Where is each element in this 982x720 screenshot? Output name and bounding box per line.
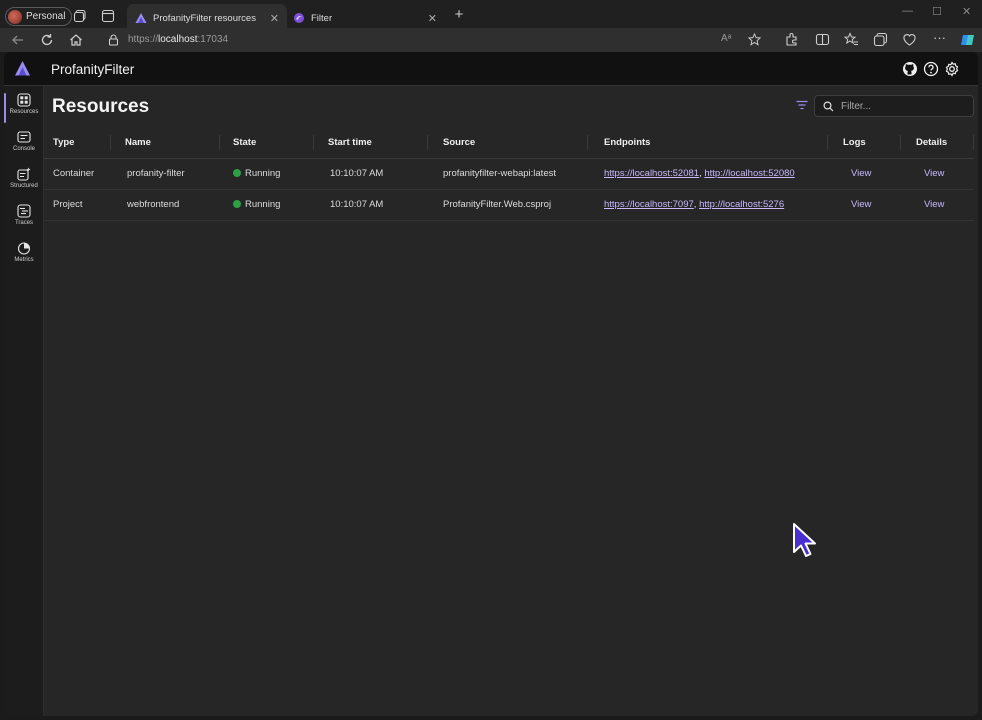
dashboard-app: ProfanityFilter Resources Console Struct…: [4, 52, 978, 716]
extensions-icon[interactable]: [784, 32, 799, 47]
nav-label: Console: [12, 146, 35, 152]
tab-title: ProfanityFilter resources: [153, 12, 256, 24]
side-navigation: Resources Console Structured Traces Metr…: [4, 86, 44, 716]
resources-table: Type Name State Start time Source Endpoi…: [44, 127, 974, 221]
cell-state: Running: [220, 189, 314, 221]
cell-name: profanity-filter: [111, 158, 220, 190]
nav-item-metrics[interactable]: Metrics: [4, 239, 44, 275]
column-header-start-time[interactable]: Start time: [314, 127, 428, 159]
tab-title: Filter: [311, 12, 333, 24]
cell-name: webfrontend: [111, 189, 220, 221]
cell-source: ProfanityFilter.Web.csproj: [428, 189, 588, 221]
aspire-logo-icon[interactable]: [14, 60, 31, 77]
column-header-type[interactable]: Type: [44, 127, 111, 159]
traces-icon: [17, 204, 31, 218]
column-header-logs[interactable]: Logs: [828, 127, 901, 159]
metrics-icon: [17, 242, 31, 255]
nav-label: Traces: [14, 220, 34, 226]
column-header-endpoints[interactable]: Endpoints: [588, 127, 828, 159]
tab-actions-icon[interactable]: [101, 9, 115, 23]
new-tab-button[interactable]: +: [450, 6, 468, 24]
nav-item-structured[interactable]: Structured: [4, 165, 44, 201]
running-status-icon: [233, 169, 241, 177]
view-logs-link[interactable]: View: [851, 199, 871, 210]
nav-label: Structured: [10, 183, 38, 189]
close-tab-icon[interactable]: ✕: [270, 12, 279, 25]
endpoint-link[interactable]: http://localhost:52080: [704, 168, 794, 179]
endpoint-link[interactable]: http://localhost:5276: [699, 199, 784, 210]
column-header-name[interactable]: Name: [111, 127, 220, 159]
cell-type: Project: [44, 189, 111, 221]
column-header-state[interactable]: State: [220, 127, 314, 159]
settings-gear-icon[interactable]: [944, 61, 960, 77]
window-close-icon[interactable]: ✕: [962, 5, 971, 18]
favorites-icon[interactable]: [844, 32, 859, 47]
endpoint-link[interactable]: https://localhost:52081: [604, 168, 699, 179]
app-header: ProfanityFilter: [4, 52, 978, 86]
refresh-icon[interactable]: [39, 32, 55, 48]
nav-item-console[interactable]: Console: [4, 128, 44, 164]
view-details-link[interactable]: View: [924, 199, 944, 210]
filter-funnel-icon[interactable]: [795, 98, 809, 112]
column-header-details[interactable]: Details: [901, 127, 974, 159]
app-title: ProfanityFilter: [51, 62, 135, 77]
view-logs-link[interactable]: View: [851, 168, 871, 179]
browser-essentials-icon[interactable]: [902, 32, 917, 47]
back-arrow-icon[interactable]: [10, 32, 26, 48]
structured-logs-icon: [17, 167, 31, 181]
cell-logs: View: [828, 189, 901, 221]
view-details-link[interactable]: View: [924, 168, 944, 179]
profile-label: Personal: [26, 11, 66, 22]
profile-button[interactable]: Personal: [5, 7, 73, 26]
console-icon: [17, 131, 31, 143]
aspire-tab-icon: [135, 13, 147, 23]
lock-icon[interactable]: [108, 34, 119, 46]
table-row[interactable]: Container profanity-filter Running 10:10…: [44, 158, 974, 190]
cell-type: Container: [44, 158, 111, 190]
column-header-source[interactable]: Source: [428, 127, 588, 159]
nav-label: Metrics: [14, 257, 34, 263]
workspaces-icon[interactable]: [73, 9, 87, 23]
cell-endpoints: https://localhost:7097, http://localhost…: [588, 189, 828, 221]
endpoint-link[interactable]: https://localhost:7097: [604, 199, 694, 210]
minimize-icon[interactable]: —: [902, 5, 913, 17]
maximize-icon[interactable]: ☐: [932, 5, 942, 18]
cell-logs: View: [828, 158, 901, 190]
nav-item-traces[interactable]: Traces: [4, 202, 44, 238]
cell-source: profanityfilter-webapi:latest: [428, 158, 588, 190]
help-icon[interactable]: [923, 61, 939, 77]
nav-item-resources[interactable]: Resources: [4, 91, 44, 127]
filter-input[interactable]: [841, 99, 969, 114]
more-menu-icon[interactable]: ···: [933, 30, 946, 45]
read-aloud-icon[interactable]: Aᵃ: [721, 33, 731, 44]
url-text: https://localhost:17034: [128, 34, 229, 45]
nav-label: Resources: [9, 109, 39, 115]
split-screen-icon[interactable]: [815, 32, 830, 47]
table-header-row: Type Name State Start time Source Endpoi…: [44, 127, 974, 159]
close-tab-icon[interactable]: ✕: [428, 12, 437, 25]
grid-icon: [17, 93, 31, 107]
collections-icon[interactable]: [873, 32, 888, 47]
cell-start-time: 10:10:07 AM: [314, 158, 428, 190]
filter-search-box[interactable]: [814, 95, 974, 117]
cell-endpoints: https://localhost:52081, http://localhos…: [588, 158, 828, 190]
favorite-star-icon[interactable]: [748, 33, 761, 46]
table-row[interactable]: Project webfrontend Running 10:10:07 AM …: [44, 189, 974, 221]
cell-state: Running: [220, 158, 314, 190]
page-title: Resources: [52, 96, 150, 117]
browser-toolbar: https://localhost:17034 Aᵃ ···: [0, 28, 982, 52]
address-bar[interactable]: https://localhost:17034 Aᵃ: [98, 29, 778, 51]
cell-start-time: 10:10:07 AM: [314, 189, 428, 221]
github-icon[interactable]: [902, 61, 918, 77]
cell-details: View: [901, 189, 974, 221]
blazor-tab-icon: [294, 13, 304, 23]
search-icon: [823, 101, 834, 112]
running-status-icon: [233, 200, 241, 208]
home-icon[interactable]: [68, 32, 84, 48]
mouse-cursor-icon: [793, 523, 816, 557]
copilot-icon[interactable]: [960, 32, 976, 48]
profile-avatar: [8, 9, 22, 24]
cell-details: View: [901, 158, 974, 190]
